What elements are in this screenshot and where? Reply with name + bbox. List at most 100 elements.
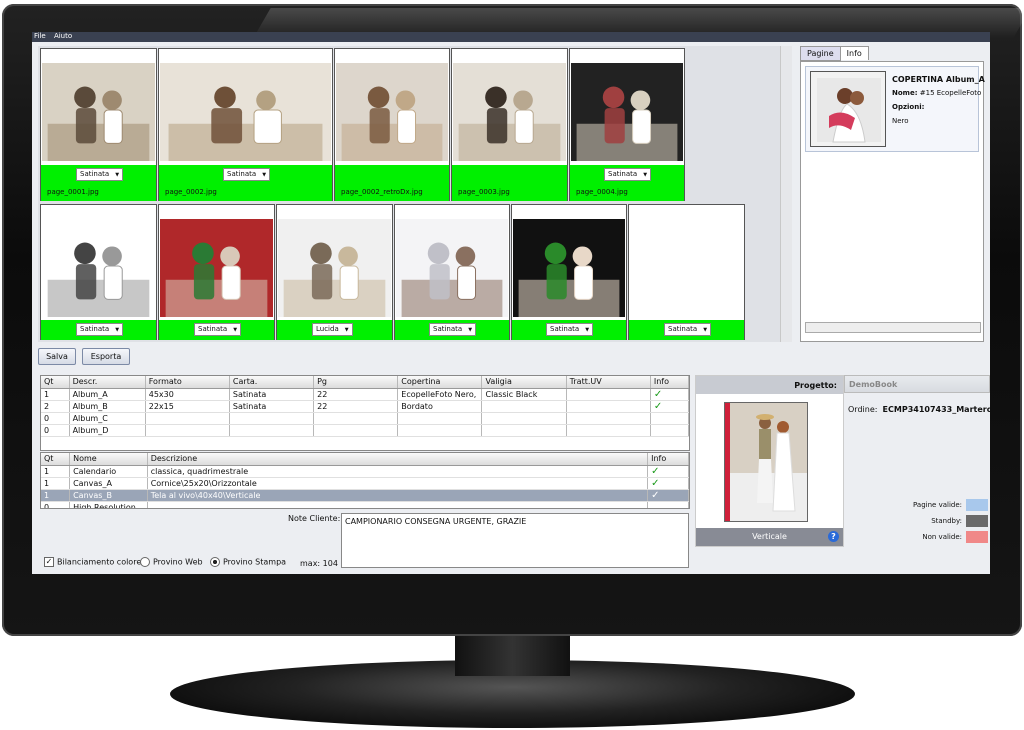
page-thumbnail[interactable]: Satinata ▼	[40, 204, 157, 340]
table-row[interactable]: 1 Album_A 45x30 Satinata 22 EcopelleFoto Nero…	[41, 388, 690, 401]
column-header[interactable]: Valigia	[481, 376, 567, 389]
check-icon	[650, 412, 690, 425]
table-cell: Bordato	[397, 400, 483, 413]
check-icon	[647, 501, 689, 508]
chevron-down-icon: ▼	[585, 327, 590, 333]
chevron-down-icon: ▼	[115, 327, 120, 333]
esporta-button[interactable]: Esporta	[82, 348, 130, 365]
table-row[interactable]: 0 Album_D	[41, 424, 690, 437]
right-tabs: Pagine Info	[800, 46, 869, 62]
chevron-down-icon: ▼	[703, 327, 708, 333]
page-photo	[336, 63, 448, 161]
page-thumbnail[interactable]: Satinata ▼	[628, 204, 745, 340]
page-photo	[42, 63, 155, 161]
notes-label: Note Cliente:	[288, 514, 341, 523]
paper-select[interactable]: Satinata ▼	[664, 323, 712, 336]
page-thumbnail[interactable]: page_0003.jpg	[451, 48, 568, 201]
column-header[interactable]: Descrizione	[147, 453, 649, 466]
format-label: Verticale	[752, 532, 787, 541]
column-header[interactable]: Descr.	[69, 376, 146, 389]
table-row[interactable]: 1 Calendario classica, quadrimestrale ✓	[41, 465, 689, 478]
page-thumbnail[interactable]: Satinata ▼ page_0004.jpg	[569, 48, 685, 201]
table-cell	[566, 424, 651, 437]
check-icon	[650, 424, 690, 437]
check-icon: ✓	[647, 489, 689, 502]
table-cell	[313, 412, 399, 425]
ordine-row: Ordine: ECMP34107433_Martero	[848, 405, 990, 414]
opzioni-value: Nero	[892, 117, 909, 125]
max-chars: max: 104	[300, 559, 338, 568]
table-cell	[313, 424, 399, 437]
page-thumbnail[interactable]: Satinata ▼ page_0001.jpg	[40, 48, 157, 201]
column-header[interactable]: Tratt.UV	[566, 376, 651, 389]
menu-file[interactable]: File	[34, 32, 46, 40]
provino-stampa-radio[interactable]: Provino Stampa	[210, 557, 286, 567]
table-cell: Album_C	[69, 412, 146, 425]
column-header[interactable]: Info	[650, 376, 690, 389]
chevron-down-icon: ▼	[262, 172, 267, 178]
column-header[interactable]: Info	[647, 453, 689, 466]
salva-button[interactable]: Salva	[38, 348, 76, 365]
info-card[interactable]: COPERTINA Album_A Nome: #15 EcopelleFoto…	[805, 66, 985, 152]
table-cell: 2	[41, 400, 70, 413]
paper-select[interactable]: Satinata ▼	[604, 168, 652, 181]
page-thumbnail[interactable]: Satinata ▼ page_0002.jpg	[158, 48, 333, 201]
paper-select[interactable]: Satinata ▼	[223, 168, 271, 181]
page-thumbnail[interactable]: Satinata ▼	[511, 204, 627, 340]
notes-textarea[interactable]: CAMPIONARIO CONSEGNA URGENTE, GRAZIE	[341, 513, 689, 568]
check-icon: ✓	[650, 388, 690, 401]
help-icon[interactable]: ?	[828, 531, 839, 542]
column-header[interactable]: Carta.	[229, 376, 315, 389]
table-cell: Satinata	[229, 400, 315, 413]
page-photo	[396, 219, 508, 317]
album-cover-preview	[724, 402, 808, 522]
ordine-value: ECMP34107433_Martero	[882, 405, 990, 414]
table-row[interactable]: 1 Canvas_A Cornice\25x20\Orizzontale ✓	[41, 477, 689, 490]
tab-info[interactable]: Info	[839, 46, 869, 60]
page-thumbnail[interactable]: Satinata ▼	[158, 204, 275, 340]
table-cell	[397, 412, 483, 425]
chevron-down-icon: ▼	[233, 327, 238, 333]
table-cell: classica, quadrimestrale	[147, 465, 649, 478]
ordine-label: Ordine:	[848, 405, 878, 414]
info-horizontal-scrollbar[interactable]	[805, 322, 981, 333]
table-cell	[145, 412, 230, 425]
column-header[interactable]: Qt	[41, 453, 71, 466]
paper-select[interactable]: Satinata ▼	[546, 323, 594, 336]
demobook-label: DemoBook	[844, 375, 990, 393]
table-cell	[481, 400, 567, 413]
paper-select[interactable]: Satinata ▼	[76, 168, 124, 181]
info-nome: Nome: #15 EcopelleFoto	[892, 89, 981, 97]
column-header[interactable]: Pg	[313, 376, 399, 389]
page-photo	[160, 219, 273, 317]
table-cell	[397, 424, 483, 437]
grid-scrollbar[interactable]	[780, 46, 792, 342]
page-thumbnail[interactable]: Satinata ▼	[394, 204, 510, 340]
paper-select[interactable]: Lucida ▼	[312, 323, 353, 336]
table-row[interactable]: 1 Canvas_B Tela al vivo\40x40\Verticale ✓	[41, 489, 689, 502]
table-cell	[566, 412, 651, 425]
table-row[interactable]: 2 Album_B 22x15 Satinata 22 Bordato ✓	[41, 400, 690, 413]
table-cell: 0	[41, 501, 71, 508]
chevron-down-icon: ▼	[344, 327, 349, 333]
paper-select[interactable]: Satinata ▼	[76, 323, 124, 336]
page-thumbnail[interactable]: page_0002_retroDx.jpg	[334, 48, 450, 201]
tab-pagine[interactable]: Pagine	[800, 46, 841, 61]
column-header[interactable]: Formato	[145, 376, 230, 389]
page-photo	[571, 63, 683, 161]
column-header[interactable]: Copertina	[397, 376, 483, 389]
paper-select[interactable]: Satinata ▼	[429, 323, 477, 336]
table-cell	[229, 424, 315, 437]
page-thumbnail[interactable]: Lucida ▼	[276, 204, 393, 340]
bilanciamento-checkbox[interactable]: ✓ Bilanciamento colore	[44, 557, 141, 567]
column-header[interactable]: Qt	[41, 376, 70, 389]
paper-select[interactable]: Satinata ▼	[194, 323, 242, 336]
table-cell	[566, 388, 651, 401]
table-cell: 22	[313, 388, 399, 401]
table-row[interactable]: 0 Album_C	[41, 412, 690, 425]
provino-web-radio[interactable]: Provino Web	[140, 557, 203, 567]
table-cell: Tela al vivo\40x40\Verticale	[147, 489, 649, 502]
menu-aiuto[interactable]: Aiuto	[54, 32, 72, 40]
column-header[interactable]: Nome	[69, 453, 148, 466]
table-row[interactable]: 0 High Resolution	[41, 501, 689, 508]
